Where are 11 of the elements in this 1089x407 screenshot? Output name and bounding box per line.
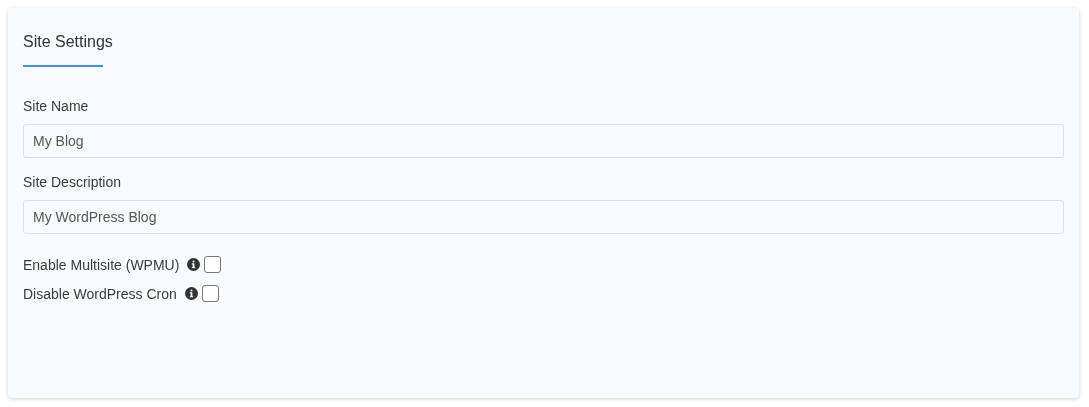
text-field[interactable]: My Blog [23, 124, 1064, 158]
checkbox[interactable] [201, 285, 219, 302]
option-label: Enable Multisite (WPMU) [23, 256, 180, 273]
option-label: Disable WordPress Cron [23, 285, 177, 302]
field-label: Site Name [23, 98, 90, 114]
checkbox[interactable] [204, 256, 222, 273]
info-icon[interactable] [184, 287, 198, 300]
info-icon[interactable] [187, 258, 201, 271]
card-title: Site Settings [23, 32, 113, 52]
text-field[interactable]: My WordPress Blog [23, 200, 1064, 234]
field-label: Site Description [23, 174, 123, 190]
